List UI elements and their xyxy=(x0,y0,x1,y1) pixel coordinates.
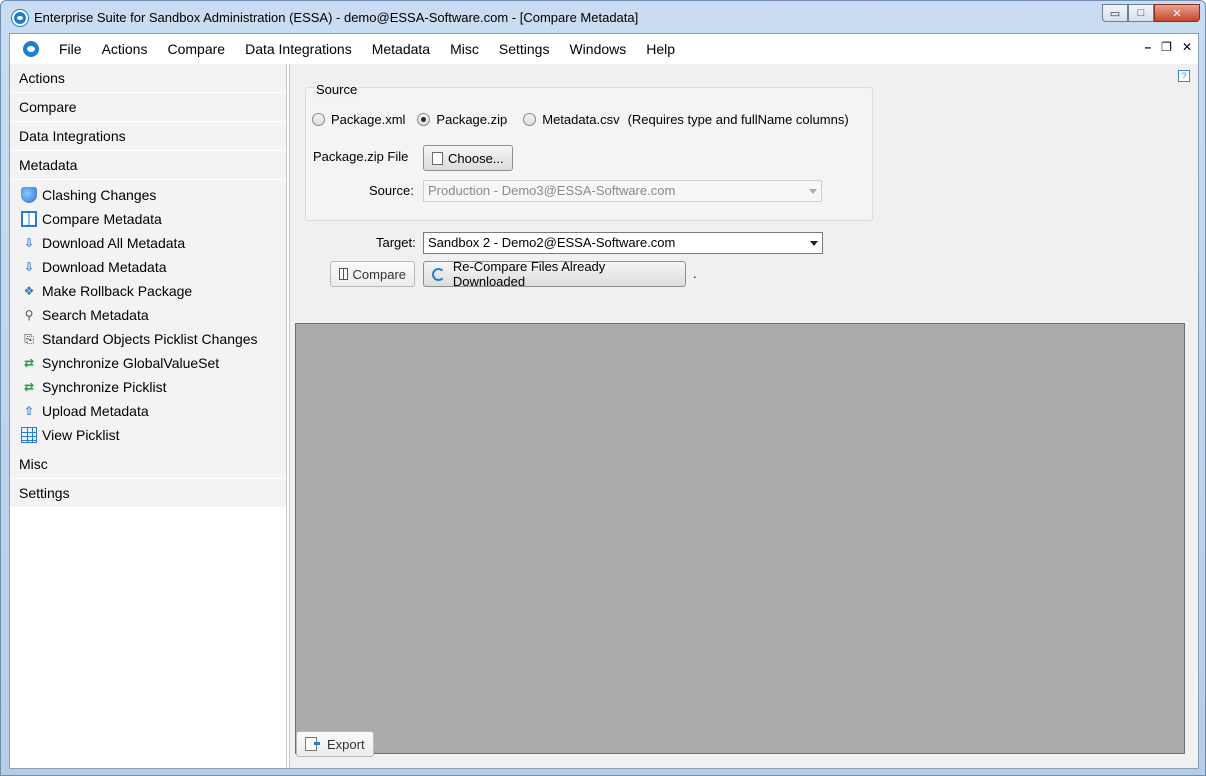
source-org-label: Source: xyxy=(369,183,414,198)
compare-button[interactable]: Compare xyxy=(330,261,415,287)
sidebar-item-label: Compare Metadata xyxy=(42,211,162,227)
sidebar-group-data-integrations[interactable]: Data Integrations xyxy=(10,122,286,151)
help-icon[interactable]: ? xyxy=(1178,70,1190,82)
radio-package-xml[interactable] xyxy=(312,113,325,126)
download-icon: ⇩ xyxy=(23,260,35,274)
upload-icon: ⇧ xyxy=(23,404,35,418)
sidebar-item-compare-metadata[interactable]: Compare Metadata xyxy=(10,207,286,231)
compare-icon xyxy=(21,211,37,227)
radio-package-zip-label[interactable]: Package.zip xyxy=(436,112,507,127)
sidebar-group-misc[interactable]: Misc xyxy=(10,450,286,479)
window-title: Enterprise Suite for Sandbox Administrat… xyxy=(34,10,639,25)
export-button-label: Export xyxy=(327,736,365,752)
app-window: Enterprise Suite for Sandbox Administrat… xyxy=(0,0,1206,776)
sidebar-item-label: Standard Objects Picklist Changes xyxy=(42,331,258,347)
status-dot: . xyxy=(693,266,697,281)
sync-icon: ⇄ xyxy=(23,356,35,370)
compare-button-label: Compare xyxy=(352,266,406,282)
source-legend: Source xyxy=(314,82,360,97)
sidebar-item-download-metadata[interactable]: ⇩ Download Metadata xyxy=(10,255,286,279)
mdi-minimize-button[interactable]: – xyxy=(1144,40,1151,54)
sidebar-item-label: Clashing Changes xyxy=(42,187,157,203)
download-icon: ⇩ xyxy=(23,236,35,250)
recompare-button-label: Re-Compare Files Already Downloaded xyxy=(452,259,606,289)
sidebar-group-settings[interactable]: Settings xyxy=(10,479,286,508)
sidebar-group-compare[interactable]: Compare xyxy=(10,93,286,122)
metadata-items-list: Clashing Changes Compare Metadata ⇩ Down… xyxy=(10,180,286,450)
target-org-label: Target: xyxy=(376,235,416,250)
search-icon: ⚲ xyxy=(24,308,34,322)
sidebar-item-label: Synchronize Picklist xyxy=(42,379,167,395)
menu-logo-icon[interactable] xyxy=(23,41,39,57)
menu-windows[interactable]: Windows xyxy=(559,34,636,64)
grid-icon xyxy=(21,427,37,443)
sidebar-item-label: Make Rollback Package xyxy=(42,283,193,299)
sidebar-item-download-all-metadata[interactable]: ⇩ Download All Metadata xyxy=(10,231,286,255)
radio-metadata-csv[interactable] xyxy=(523,113,537,126)
target-org-select[interactable]: Sandbox 2 - Demo2@ESSA-Software.com xyxy=(423,232,823,254)
radio-package-xml-label[interactable]: Package.xml xyxy=(331,112,405,127)
close-button[interactable]: ✕ xyxy=(1154,4,1200,22)
mdi-close-button[interactable]: ✕ xyxy=(1182,40,1192,54)
sidebar-item-label: Search Metadata xyxy=(42,307,149,323)
document-icon: ⎘ xyxy=(24,331,34,346)
choose-file-button[interactable]: Choose... xyxy=(423,145,513,171)
app-logo-icon xyxy=(12,10,28,26)
package-zip-file-label: Package.zip File xyxy=(313,149,409,164)
sidebar: Actions Compare Data Integrations Metada… xyxy=(10,64,287,768)
menu-compare[interactable]: Compare xyxy=(157,34,235,64)
compare-icon xyxy=(339,268,348,280)
menu-file[interactable]: File xyxy=(49,34,92,64)
compare-metadata-panel: ? Source Package.xml Package.zip Metadat… xyxy=(289,64,1198,768)
menu-metadata[interactable]: Metadata xyxy=(362,34,440,64)
menu-settings[interactable]: Settings xyxy=(489,34,560,64)
csv-requirements-note: (Requires type and fullName columns) xyxy=(627,112,849,127)
choose-file-button-label: Choose... xyxy=(448,150,504,166)
sidebar-item-standard-objects-picklist-changes[interactable]: ⎘ Standard Objects Picklist Changes xyxy=(10,327,286,351)
mdi-restore-button[interactable]: ❐ xyxy=(1161,40,1172,54)
source-org-select: Production - Demo3@ESSA-Software.com xyxy=(423,180,822,202)
sidebar-group-metadata[interactable]: Metadata xyxy=(10,151,286,180)
menu-bar: File Actions Compare Data Integrations M… xyxy=(10,34,1198,64)
target-org-value: Sandbox 2 - Demo2@ESSA-Software.com xyxy=(428,235,676,250)
source-org-value: Production - Demo3@ESSA-Software.com xyxy=(428,183,676,198)
package-icon: ❖ xyxy=(23,284,35,298)
source-type-radios: Package.xml Package.zip Metadata.csv (Re… xyxy=(312,112,849,127)
sidebar-item-synchronize-picklist[interactable]: ⇄ Synchronize Picklist xyxy=(10,375,286,399)
export-button[interactable]: Export xyxy=(296,731,374,757)
file-icon xyxy=(432,151,443,165)
results-area[interactable] xyxy=(295,323,1185,754)
sidebar-item-label: Upload Metadata xyxy=(42,403,149,419)
radio-metadata-csv-label[interactable]: Metadata.csv xyxy=(542,112,619,127)
chevron-down-icon xyxy=(809,189,817,194)
sidebar-item-synchronize-globalvalueset[interactable]: ⇄ Synchronize GlobalValueSet xyxy=(10,351,286,375)
recompare-button[interactable]: Re-Compare Files Already Downloaded xyxy=(423,259,686,289)
refresh-icon xyxy=(432,267,445,281)
sidebar-item-make-rollback-package[interactable]: ❖ Make Rollback Package xyxy=(10,279,286,303)
sidebar-item-search-metadata[interactable]: ⚲ Search Metadata xyxy=(10,303,286,327)
title-bar[interactable]: Enterprise Suite for Sandbox Administrat… xyxy=(1,1,1205,33)
radio-package-zip[interactable] xyxy=(417,113,431,126)
chevron-down-icon xyxy=(810,241,818,246)
minimize-button[interactable]: ▭ xyxy=(1102,4,1128,22)
sidebar-item-label: Download All Metadata xyxy=(42,235,186,251)
sidebar-item-upload-metadata[interactable]: ⇧ Upload Metadata xyxy=(10,399,286,423)
shield-icon xyxy=(21,187,37,203)
client-area: File Actions Compare Data Integrations M… xyxy=(9,33,1199,769)
sidebar-item-clashing-changes[interactable]: Clashing Changes xyxy=(10,183,286,207)
mdi-controls: – ❐ ✕ xyxy=(1144,40,1192,54)
export-icon xyxy=(305,737,320,751)
menu-data-integrations[interactable]: Data Integrations xyxy=(235,34,362,64)
menu-actions[interactable]: Actions xyxy=(92,34,158,64)
sidebar-group-actions[interactable]: Actions xyxy=(10,64,286,93)
sidebar-item-view-picklist[interactable]: View Picklist xyxy=(10,423,286,447)
sync-icon: ⇄ xyxy=(23,380,35,394)
sidebar-item-label: View Picklist xyxy=(42,427,120,443)
menu-misc[interactable]: Misc xyxy=(440,34,489,64)
window-controls: ▭ □ ✕ xyxy=(1102,4,1200,22)
menu-help[interactable]: Help xyxy=(636,34,685,64)
sidebar-item-label: Synchronize GlobalValueSet xyxy=(42,355,220,371)
maximize-button[interactable]: □ xyxy=(1128,4,1154,22)
sidebar-item-label: Download Metadata xyxy=(42,259,167,275)
